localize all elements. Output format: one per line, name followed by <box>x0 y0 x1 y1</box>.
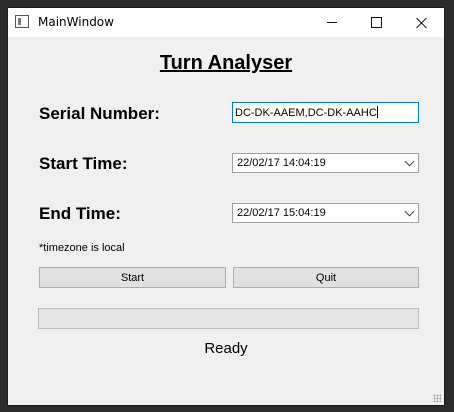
text-caret <box>376 106 378 118</box>
serial-number-input[interactable]: DC-DK-AAEM,DC-DK-AAHC <box>232 102 419 123</box>
close-icon <box>416 17 428 29</box>
maximize-icon <box>371 17 382 28</box>
minimize-button[interactable] <box>309 8 354 37</box>
start-time-value: 22/02/17 14:04:19 <box>237 157 326 169</box>
start-time-picker[interactable]: 22/02/17 14:04:19 <box>232 153 419 173</box>
main-window: MainWindow Turn Analyser Serial Number: … <box>7 7 445 406</box>
minimize-icon <box>326 22 337 23</box>
timezone-note: *timezone is local <box>39 242 125 254</box>
resize-grip[interactable] <box>433 394 441 402</box>
quit-button[interactable]: Quit <box>233 267 419 288</box>
serial-number-label: Serial Number: <box>39 104 160 123</box>
window-title: MainWindow <box>38 15 114 29</box>
title-bar[interactable]: MainWindow <box>8 8 444 37</box>
chevron-down-icon[interactable] <box>404 156 415 167</box>
end-time-picker[interactable]: 22/02/17 15:04:19 <box>232 203 419 223</box>
progress-bar <box>38 308 419 329</box>
page-title: Turn Analyser <box>159 52 293 74</box>
chevron-down-icon[interactable] <box>404 206 415 217</box>
end-time-value: 22/02/17 15:04:19 <box>237 207 326 219</box>
status-text: Ready <box>204 340 248 357</box>
close-button[interactable] <box>399 8 444 37</box>
app-icon <box>15 15 29 28</box>
maximize-button[interactable] <box>354 8 399 37</box>
start-time-label: Start Time: <box>39 154 128 173</box>
start-button[interactable]: Start <box>39 267 226 288</box>
end-time-label: End Time: <box>39 204 121 223</box>
serial-number-value: DC-DK-AAEM,DC-DK-AAHC <box>235 107 377 119</box>
